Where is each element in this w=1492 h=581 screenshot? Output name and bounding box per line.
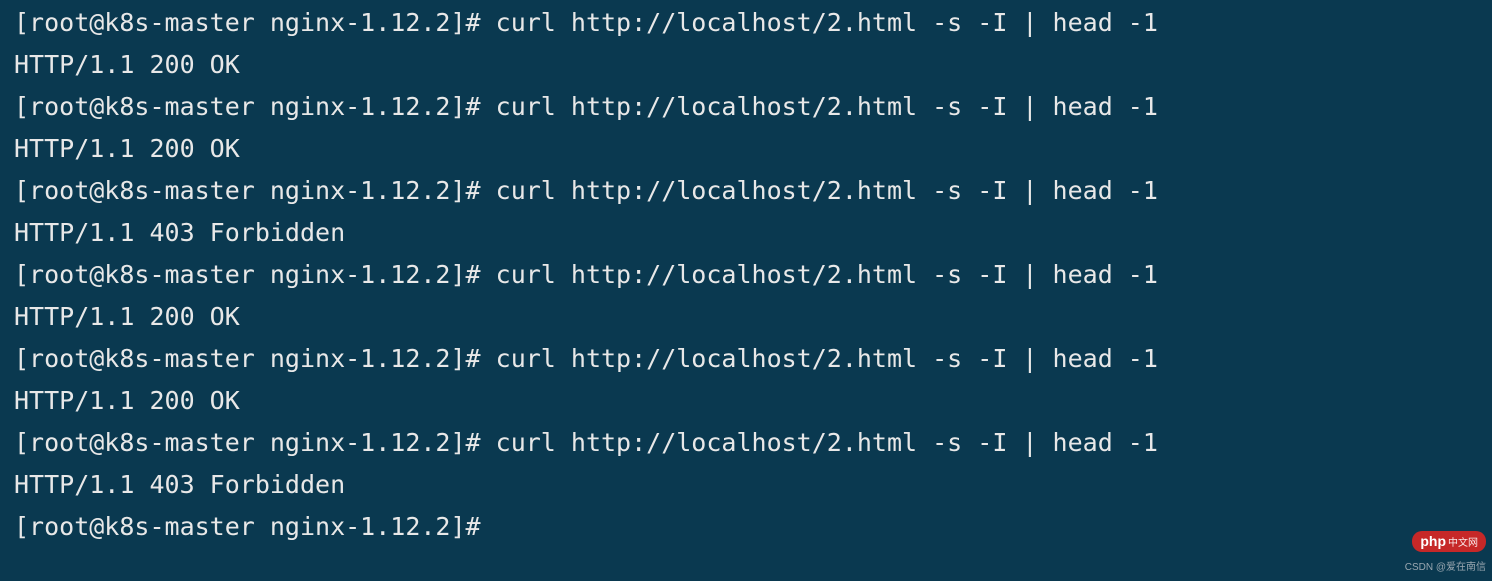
terminal-output-forbidden: HTTP/1.1 403 Forbidden <box>14 464 1478 506</box>
terminal-output-forbidden: HTTP/1.1 403 Forbidden <box>14 212 1478 254</box>
terminal-output-ok: HTTP/1.1 200 OK <box>14 380 1478 422</box>
terminal-output-ok: HTTP/1.1 200 OK <box>14 296 1478 338</box>
watermark-subtitle: CSDN @爱在南信 <box>1405 561 1486 575</box>
terminal-prompt: [root@k8s-master nginx-1.12.2]# <box>14 506 1478 548</box>
terminal-output-ok: HTTP/1.1 200 OK <box>14 44 1478 86</box>
terminal-command-line: [root@k8s-master nginx-1.12.2]# curl htt… <box>14 254 1478 296</box>
terminal-command-line: [root@k8s-master nginx-1.12.2]# curl htt… <box>14 2 1478 44</box>
terminal-command-line: [root@k8s-master nginx-1.12.2]# curl htt… <box>14 422 1478 464</box>
terminal-area[interactable]: [root@k8s-master nginx-1.12.2]# curl htt… <box>0 0 1492 548</box>
terminal-command-line: [root@k8s-master nginx-1.12.2]# curl htt… <box>14 170 1478 212</box>
terminal-command-line: [root@k8s-master nginx-1.12.2]# curl htt… <box>14 86 1478 128</box>
terminal-command-line: [root@k8s-master nginx-1.12.2]# curl htt… <box>14 338 1478 380</box>
terminal-output-ok: HTTP/1.1 200 OK <box>14 128 1478 170</box>
